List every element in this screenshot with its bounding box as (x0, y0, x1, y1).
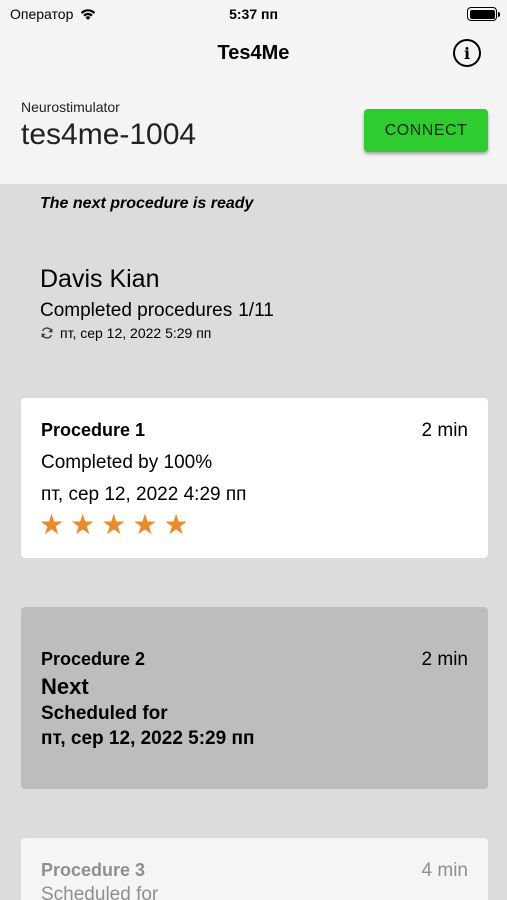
scheduled-label: Scheduled for (41, 884, 159, 900)
procedure-status: Completed by 100% (41, 452, 213, 473)
completed-count: 1/11 (238, 300, 274, 321)
last-sync: пт, сер 12, 2022 5:29 пп (40, 325, 211, 341)
star-icon: ★ (39, 508, 65, 541)
next-badge: Next (41, 674, 89, 699)
connect-button[interactable]: CONNECT (364, 109, 488, 152)
page-title: Tes4Me (217, 42, 290, 64)
status-bar: Оператор 5:37 пп (0, 0, 507, 30)
star-rating: ★ ★ ★ ★ ★ (39, 510, 189, 540)
procedure-title: Procedure 2 (41, 649, 146, 669)
star-icon: ★ (70, 508, 96, 541)
battery-icon (467, 7, 500, 21)
procedure-date: пт, сер 12, 2022 5:29 пп (41, 728, 255, 749)
info-icon[interactable]: i (453, 39, 481, 67)
procedure-card-2[interactable]: Procedure 2 2 min Next Scheduled for пт,… (21, 607, 488, 789)
device-type-label: Neurostimulator (21, 99, 120, 115)
procedure-duration: 4 min (421, 860, 468, 881)
last-sync-date: пт, сер 12, 2022 5:29 пп (60, 325, 212, 341)
sync-icon[interactable] (40, 326, 54, 340)
procedure-title: Procedure 3 (41, 860, 146, 880)
header-area: Оператор 5:37 пп Tes4Me i Neurostimulato… (0, 0, 507, 184)
info-glyph: i (463, 43, 471, 63)
procedure-ready-banner: The next procedure is ready (40, 195, 254, 212)
completed-procedures: Completed procedures 1/11 (40, 300, 274, 322)
procedure-card-1[interactable]: Procedure 1 2 min Completed by 100% пт, … (21, 398, 488, 558)
procedure-title: Procedure 1 (41, 420, 146, 440)
navigation-bar: Tes4Me i (0, 34, 507, 74)
star-icon: ★ (163, 508, 189, 541)
star-icon: ★ (101, 508, 127, 541)
star-icon: ★ (132, 508, 158, 541)
procedure-date: пт, сер 12, 2022 4:29 пп (41, 484, 247, 505)
scheduled-label: Scheduled for (41, 703, 168, 724)
patient-name: Davis Kian (40, 265, 160, 293)
clock: 5:37 пп (229, 6, 278, 22)
procedure-card-3[interactable]: Procedure 3 4 min Scheduled for (21, 838, 488, 900)
completed-label: Completed procedures (40, 300, 233, 321)
procedure-duration: 2 min (421, 649, 468, 670)
procedure-duration: 2 min (421, 420, 468, 441)
device-name: tes4me-1004 (21, 118, 197, 151)
